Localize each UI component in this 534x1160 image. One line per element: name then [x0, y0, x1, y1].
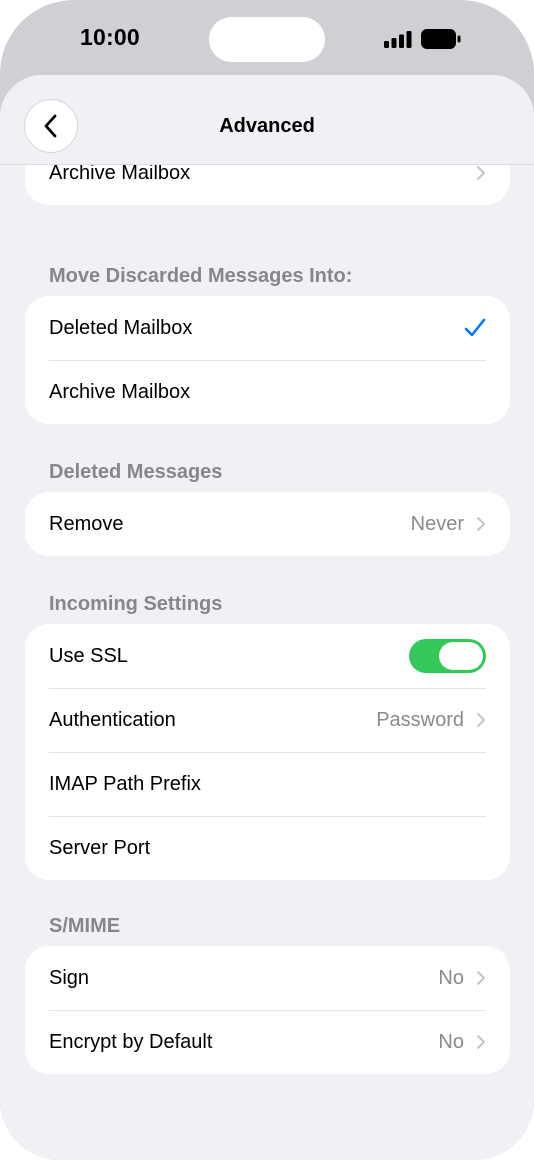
discard-card: Deleted Mailbox Archive Mailbox — [25, 296, 510, 424]
row-label: Server Port — [49, 836, 151, 859]
section-header-deleted-messages: Deleted Messages — [49, 461, 223, 483]
imap-path-prefix-row[interactable]: IMAP Path Prefix — [25, 752, 510, 816]
section-header-discard: Move Discarded Messages Into: — [49, 265, 353, 287]
smime-card: Sign No Encrypt by Default No — [25, 946, 510, 1074]
row-value: No — [438, 966, 464, 989]
chevron-right-icon — [477, 713, 485, 727]
row-label: Use SSL — [49, 644, 128, 667]
sign-row[interactable]: Sign No — [25, 946, 510, 1010]
encrypt-by-default-row[interactable]: Encrypt by Default No — [25, 1010, 510, 1074]
settings-screen: Archive Mailbox Move Discarded Messages … — [0, 75, 534, 1160]
incoming-settings-card: Use SSL Authentication Password IMAP Pat… — [25, 624, 510, 880]
chevron-right-icon — [477, 971, 485, 985]
section-header-smime: S/MIME — [49, 915, 121, 937]
cellular-signal-icon — [384, 31, 412, 48]
remove-row[interactable]: Remove Never — [25, 492, 510, 556]
toggle-knob — [439, 642, 483, 670]
dynamic-island — [209, 17, 325, 62]
row-label: Remove — [49, 512, 124, 535]
deleted-messages-card: Remove Never — [25, 492, 510, 556]
row-value: Password — [376, 708, 464, 731]
checkmark-icon — [464, 318, 486, 337]
row-label: Encrypt by Default — [49, 1030, 213, 1053]
row-value: No — [438, 1030, 464, 1053]
section-header-incoming: Incoming Settings — [49, 593, 223, 615]
chevron-right-icon — [477, 517, 485, 531]
use-ssl-toggle[interactable] — [409, 639, 486, 673]
status-bar: 10:00 — [0, 0, 534, 76]
row-label: Authentication — [49, 708, 176, 731]
battery-icon — [421, 29, 461, 49]
status-time: 10:00 — [80, 24, 140, 50]
use-ssl-row: Use SSL — [25, 624, 510, 688]
row-label: Deleted Mailbox — [49, 316, 193, 339]
chevron-right-icon — [477, 1035, 485, 1049]
row-value: Never — [410, 512, 464, 535]
phone-frame: 10:00 Archive Mailbox Move Discarded Mes… — [0, 0, 534, 1160]
row-label: Sign — [49, 966, 90, 989]
chevron-right-icon — [477, 166, 485, 180]
authentication-row[interactable]: Authentication Password — [25, 688, 510, 752]
page-title: Advanced — [219, 115, 315, 137]
deleted-mailbox-option[interactable]: Deleted Mailbox — [25, 296, 510, 360]
navigation-bar: Advanced — [0, 75, 534, 165]
row-label: Archive Mailbox — [49, 380, 191, 403]
server-port-row[interactable]: Server Port — [25, 816, 510, 880]
row-label: IMAP Path Prefix — [49, 772, 201, 795]
archive-mailbox-option[interactable]: Archive Mailbox — [25, 360, 510, 424]
